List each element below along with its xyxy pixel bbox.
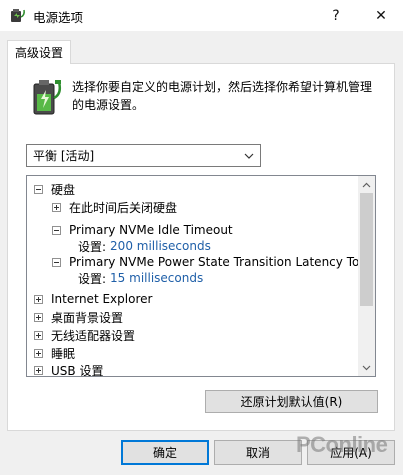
chevron-up-icon xyxy=(362,182,371,187)
restore-defaults-button[interactable]: 还原计划默认值(R) xyxy=(205,390,378,413)
tree-item-label: 睡眠 xyxy=(51,346,76,361)
tree-item-desktop-background[interactable]: 桌面背景设置 xyxy=(34,308,123,326)
setting-value-link[interactable]: 200 milliseconds xyxy=(110,239,211,253)
tree-item-label: 在此时间后关闭硬盘 xyxy=(69,200,178,215)
tree-item-label: Internet Explorer xyxy=(51,292,153,306)
setting-value-link[interactable]: 15 milliseconds xyxy=(110,271,203,285)
collapse-icon[interactable] xyxy=(52,225,61,235)
title-bar: 电源选项 ? ✕ xyxy=(0,0,403,31)
description-text: 选择你要自定义的电源计划，然后选择你希望计算机管理的电源设置。 xyxy=(72,80,373,112)
setting-value-label: 设置: xyxy=(78,271,107,286)
scroll-thumb[interactable] xyxy=(360,193,373,306)
expand-icon[interactable] xyxy=(34,330,43,340)
tree-item-label: Primary NVMe Power State Transition Late… xyxy=(69,255,376,269)
power-options-icon xyxy=(11,9,25,22)
expand-icon[interactable] xyxy=(34,348,43,358)
expand-icon[interactable] xyxy=(34,365,43,375)
cancel-label: 取消 xyxy=(245,446,270,460)
cancel-button[interactable]: 取消 xyxy=(214,440,302,465)
expand-icon[interactable] xyxy=(34,312,43,322)
tree-item-internet-explorer[interactable]: Internet Explorer xyxy=(34,290,152,308)
watermark-logo: PConline xyxy=(296,432,388,457)
ok-label: 确定 xyxy=(152,446,177,460)
tree-item-sleep[interactable]: 睡眠 xyxy=(34,344,75,362)
expand-icon[interactable] xyxy=(34,294,43,304)
tree-item-label: 无线适配器设置 xyxy=(51,328,136,343)
tree-item-value-row: 设置: 15 milliseconds xyxy=(78,269,203,287)
scroll-down-button[interactable] xyxy=(358,359,375,376)
window-title: 电源选项 xyxy=(33,10,84,25)
tab-label: 高级设置 xyxy=(14,46,63,60)
tree-item-usb-settings[interactable]: USB 设置 xyxy=(34,361,104,377)
tree-item-label: Primary NVMe Idle Timeout xyxy=(69,223,233,237)
expand-icon[interactable] xyxy=(52,202,61,212)
restore-defaults-label: 还原计划默认值(R) xyxy=(240,395,343,409)
battery-plug-icon xyxy=(33,80,62,115)
close-icon: ✕ xyxy=(375,7,387,24)
tree-item-label: 桌面背景设置 xyxy=(51,310,124,325)
help-icon: ? xyxy=(332,7,340,24)
chevron-down-icon xyxy=(362,365,371,370)
ok-button[interactable]: 确定 xyxy=(121,440,209,465)
close-button[interactable]: ✕ xyxy=(358,0,403,31)
tree-item-hard-disk[interactable]: 硬盘 xyxy=(34,180,75,198)
chevron-down-icon xyxy=(244,153,254,159)
help-button[interactable]: ? xyxy=(313,0,359,31)
power-plan-selected: 平衡 [活动] xyxy=(33,149,95,163)
tree-item-turn-off-disk[interactable]: 在此时间后关闭硬盘 xyxy=(52,198,177,216)
tree-item-label: USB 设置 xyxy=(51,363,104,377)
tree-item-wireless-adapter[interactable]: 无线适配器设置 xyxy=(34,326,135,344)
tab-panel: 选择你要自定义的电源计划，然后选择你希望计算机管理的电源设置。 平衡 [活动] … xyxy=(7,63,395,431)
tree-scrollbar[interactable] xyxy=(358,176,375,376)
setting-value-label: 设置: xyxy=(78,239,107,254)
collapse-icon[interactable] xyxy=(52,257,61,267)
scroll-up-button[interactable] xyxy=(358,176,375,193)
settings-tree[interactable]: 硬盘 在此时间后关闭硬盘 Primary NVMe Idle Timeout 设… xyxy=(26,175,376,377)
power-plan-select[interactable]: 平衡 [活动] xyxy=(26,144,261,167)
tree-item-label: 硬盘 xyxy=(51,182,76,197)
collapse-icon[interactable] xyxy=(34,184,43,194)
dialog-body: 高级设置 选择你要自定义的电源计划，然后选择你希望计算机管理的电源设置。 平衡 … xyxy=(0,31,403,475)
tab-advanced-settings[interactable]: 高级设置 xyxy=(7,40,71,64)
